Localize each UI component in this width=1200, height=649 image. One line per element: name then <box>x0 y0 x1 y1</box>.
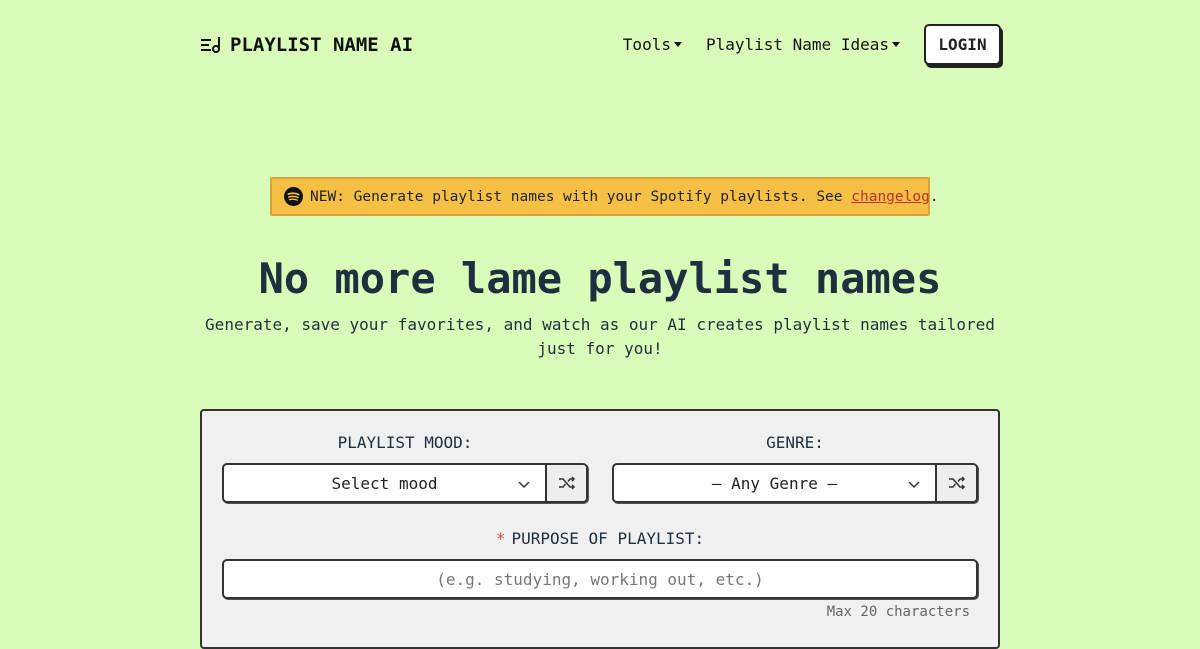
required-marker: * <box>495 529 506 548</box>
nav-tools-label: Tools <box>622 35 671 54</box>
purpose-label: PURPOSE OF PLAYLIST: <box>511 529 705 548</box>
genre-label: GENRE: <box>766 433 824 452</box>
top-nav: PLAYLIST NAME AI Tools Playlist Name Ide… <box>200 24 1001 65</box>
purpose-label-row: * PURPOSE OF PLAYLIST: <box>202 529 998 548</box>
chevron-down-icon <box>518 481 530 489</box>
chevron-down-icon <box>908 481 920 489</box>
genre-select[interactable]: – Any Genre – <box>614 465 935 501</box>
banner-suffix: . <box>929 188 939 205</box>
mood-label: PLAYLIST MOOD: <box>337 433 473 452</box>
caret-down-icon <box>673 42 682 47</box>
announcement-banner: NEW: Generate playlist names with your S… <box>270 177 939 216</box>
login-button[interactable]: LOGIN <box>924 24 1001 65</box>
page-subtitle: Generate, save your favorites, and watch… <box>205 315 995 358</box>
mood-select-group: Select mood <box>222 463 588 503</box>
purpose-input[interactable] <box>222 559 978 599</box>
changelog-link[interactable]: changelog <box>851 189 930 205</box>
banner-text: NEW: Generate playlist names with your S… <box>310 188 852 205</box>
genre-shuffle-button[interactable] <box>935 465 976 501</box>
brand-logo[interactable]: PLAYLIST NAME AI <box>200 34 413 56</box>
genre-selected-value: – Any Genre – <box>711 473 838 493</box>
shuffle-icon <box>948 476 965 490</box>
genre-select-group: – Any Genre – <box>612 463 978 503</box>
nav-menu: Tools Playlist Name Ideas LOGIN <box>623 24 1001 65</box>
nav-playlist-ideas-dropdown[interactable]: Playlist Name Ideas <box>706 35 900 54</box>
generator-form: PLAYLIST MOOD: Select mood GENRE: – Any … <box>200 409 1000 649</box>
caret-down-icon <box>892 42 900 47</box>
shuffle-icon <box>558 476 575 490</box>
mood-select[interactable]: Select mood <box>224 465 545 501</box>
nav-tools-dropdown[interactable]: Tools <box>623 35 682 54</box>
nav-playlist-ideas-label: Playlist Name Ideas <box>705 35 889 54</box>
playlist-music-icon <box>201 36 220 53</box>
page-title: No more lame playlist names <box>258 254 942 303</box>
purpose-char-limit-hint: Max 20 characters <box>826 604 970 620</box>
mood-shuffle-button[interactable] <box>545 465 586 501</box>
brand-name: PLAYLIST NAME AI <box>230 33 414 56</box>
mood-selected-value: Select mood <box>331 473 438 493</box>
spotify-icon <box>284 187 303 206</box>
